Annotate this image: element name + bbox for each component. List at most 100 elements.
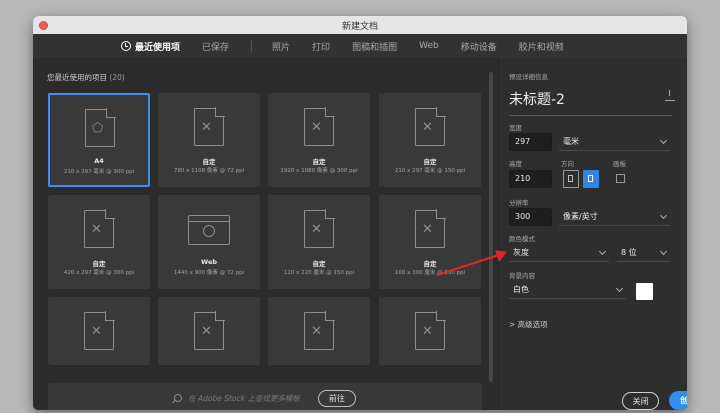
tab-divider: [251, 40, 253, 52]
preset-details-panel: 预设详细信息 未标题-2 宽度 297 毫米 高度 方向 画板 210 分辨率 …: [498, 58, 687, 410]
tab-mobile[interactable]: 移动设备: [461, 34, 497, 58]
width-unit-value: 毫米: [563, 137, 579, 146]
recent-item-card[interactable]: ✕ 自定 420 x 297 毫米 @ 300 ppi: [48, 195, 150, 289]
tab-saved[interactable]: 已保存: [202, 34, 229, 58]
recent-item-card[interactable]: ✕ 自定 780 x 1108 像素 @ 72 ppi: [158, 93, 260, 187]
cross-icon: ✕: [201, 324, 212, 339]
tab-film-video[interactable]: 胶片和视频: [519, 34, 564, 58]
shape-doc-icon: ⬠: [85, 108, 116, 147]
cross-icon: ✕: [422, 120, 433, 135]
recent-item-card[interactable]: ✕: [379, 297, 481, 365]
stock-search-bar[interactable]: 在 Adobe Stock 上查找更多模板 前往: [48, 383, 482, 410]
globe-icon: [203, 225, 215, 237]
cross-icon: ✕: [311, 324, 322, 339]
doc-icon: ✕: [415, 311, 446, 350]
recent-item-size: 210 x 297 毫米 @ 150 ppi: [394, 168, 466, 174]
scrollbar[interactable]: [489, 72, 493, 382]
category-tabs: 最近使用项 已保存 照片 打印 图稿和插图 Web 移动设备 胶片和视频: [33, 34, 687, 58]
artboard-checkbox[interactable]: [616, 174, 625, 183]
recent-item-name: 自定: [92, 260, 106, 268]
recent-item-card[interactable]: ⬠ A4 210 x 297 毫米 @ 300 ppi: [48, 93, 150, 187]
color-mode-value: 灰度: [513, 248, 529, 257]
recent-item-card[interactable]: ✕: [48, 297, 150, 365]
tab-print[interactable]: 打印: [312, 34, 330, 58]
tab-label: 移动设备: [460, 42, 497, 53]
recent-item-card[interactable]: ✕ 自定 210 x 297 毫米 @ 150 ppi: [379, 93, 481, 187]
tab-label: 照片: [272, 42, 291, 53]
resolution-unit-value: 像素/英寸: [563, 212, 598, 221]
chevron-down-icon: [659, 136, 668, 145]
recent-item-card[interactable]: ✕ 自定 1920 x 1080 像素 @ 300 ppi: [268, 93, 370, 187]
recent-item-card[interactable]: ✕: [268, 297, 370, 365]
width-unit-select[interactable]: 毫米: [559, 133, 670, 151]
recent-count: (20): [109, 73, 125, 82]
chevron-down-icon: [598, 247, 607, 256]
tab-label: 打印: [312, 42, 331, 53]
recent-item-name: 自定: [202, 158, 216, 166]
go-button[interactable]: 前往: [317, 389, 356, 407]
shapes-icon: ⬠: [92, 121, 104, 136]
title-bar: 新建文档: [33, 16, 687, 34]
landscape-button[interactable]: [583, 170, 599, 188]
doc-icon: ✕: [304, 311, 335, 350]
recent-item-name: 自定: [423, 260, 437, 268]
recent-items-area: 您最近使用的项目 (20) ⬠ A4 210 x 297 毫米 @ 300 ppi ✕…: [33, 58, 498, 410]
tab-photo[interactable]: 照片: [272, 34, 290, 58]
color-mode-select[interactable]: 灰度: [509, 244, 609, 262]
height-input[interactable]: 210: [509, 170, 552, 188]
recent-item-size: 420 x 297 毫米 @ 300 ppi: [63, 270, 135, 276]
tab-label: 胶片和视频: [518, 42, 564, 53]
orientation-label: 方向: [561, 160, 574, 168]
recent-item-size: 780 x 1108 像素 @ 72 ppi: [173, 168, 245, 174]
close-window-icon[interactable]: [39, 21, 48, 30]
color-mode-label: 颜色模式: [509, 235, 535, 243]
stock-search-placeholder[interactable]: 在 Adobe Stock 上查找更多模板: [188, 393, 300, 404]
background-value: 白色: [513, 285, 529, 294]
background-label: 背景内容: [509, 272, 535, 280]
recent-item-name: 自定: [423, 158, 437, 166]
web-icon: [188, 215, 230, 245]
background-color-swatch[interactable]: [636, 283, 653, 300]
recent-item-size: 210 x 297 毫米 @ 300 ppi: [63, 169, 135, 175]
doc-icon: ✕: [304, 107, 335, 146]
artboard-label: 画板: [613, 160, 626, 168]
width-label: 宽度: [509, 124, 522, 132]
landscape-icon: [588, 175, 593, 182]
doc-icon: ✕: [84, 209, 115, 248]
create-button[interactable]: 创建: [669, 391, 687, 410]
search-icon: [174, 394, 183, 402]
resolution-unit-select[interactable]: 像素/英寸: [559, 208, 670, 226]
recent-item-name: 自定: [312, 260, 326, 268]
tab-web[interactable]: Web: [419, 34, 439, 58]
recent-item-card[interactable]: ✕ 自定 120 x 220 厘米 @ 150 ppi: [268, 195, 370, 289]
portrait-icon: [568, 175, 573, 182]
tab-label: 图稿和插图: [352, 42, 398, 53]
recent-item-card[interactable]: ✕: [158, 297, 260, 365]
advanced-options-toggle[interactable]: > 高级选项: [509, 319, 548, 330]
tab-label: 最近使用项: [135, 42, 181, 53]
chevron-down-icon: [615, 284, 624, 293]
recent-items-heading: 您最近使用的项目 (20): [47, 72, 125, 83]
tab-art-illustration[interactable]: 图稿和插图: [352, 34, 397, 58]
width-input[interactable]: 297: [509, 133, 552, 151]
cross-icon: ✕: [311, 222, 322, 237]
tab-recent[interactable]: 最近使用项: [121, 34, 180, 58]
doc-icon: ✕: [415, 107, 446, 146]
recent-item-card[interactable]: ✕ 自定 100 x 300 厘米 @ 150 ppi: [379, 195, 481, 289]
recent-item-card[interactable]: Web 1440 x 900 像素 @ 72 ppi: [158, 195, 260, 289]
chevron-down-icon: [659, 247, 668, 256]
save-preset-icon[interactable]: [665, 90, 675, 101]
portrait-button[interactable]: [563, 170, 579, 188]
recent-item-size: 1920 x 1080 像素 @ 300 ppi: [280, 168, 358, 174]
doc-icon: ✕: [304, 209, 335, 248]
resolution-input[interactable]: 300: [509, 208, 552, 226]
cross-icon: ✕: [422, 324, 433, 339]
cross-icon: ✕: [91, 324, 102, 339]
doc-icon: ✕: [415, 209, 446, 248]
document-name-input[interactable]: 未标题-2: [509, 89, 565, 109]
close-button[interactable]: 关闭: [622, 392, 659, 410]
cross-icon: ✕: [311, 120, 322, 135]
bit-depth-select[interactable]: 8 位: [617, 244, 670, 262]
tab-label: Web: [419, 41, 439, 51]
background-select[interactable]: 白色: [509, 281, 626, 299]
